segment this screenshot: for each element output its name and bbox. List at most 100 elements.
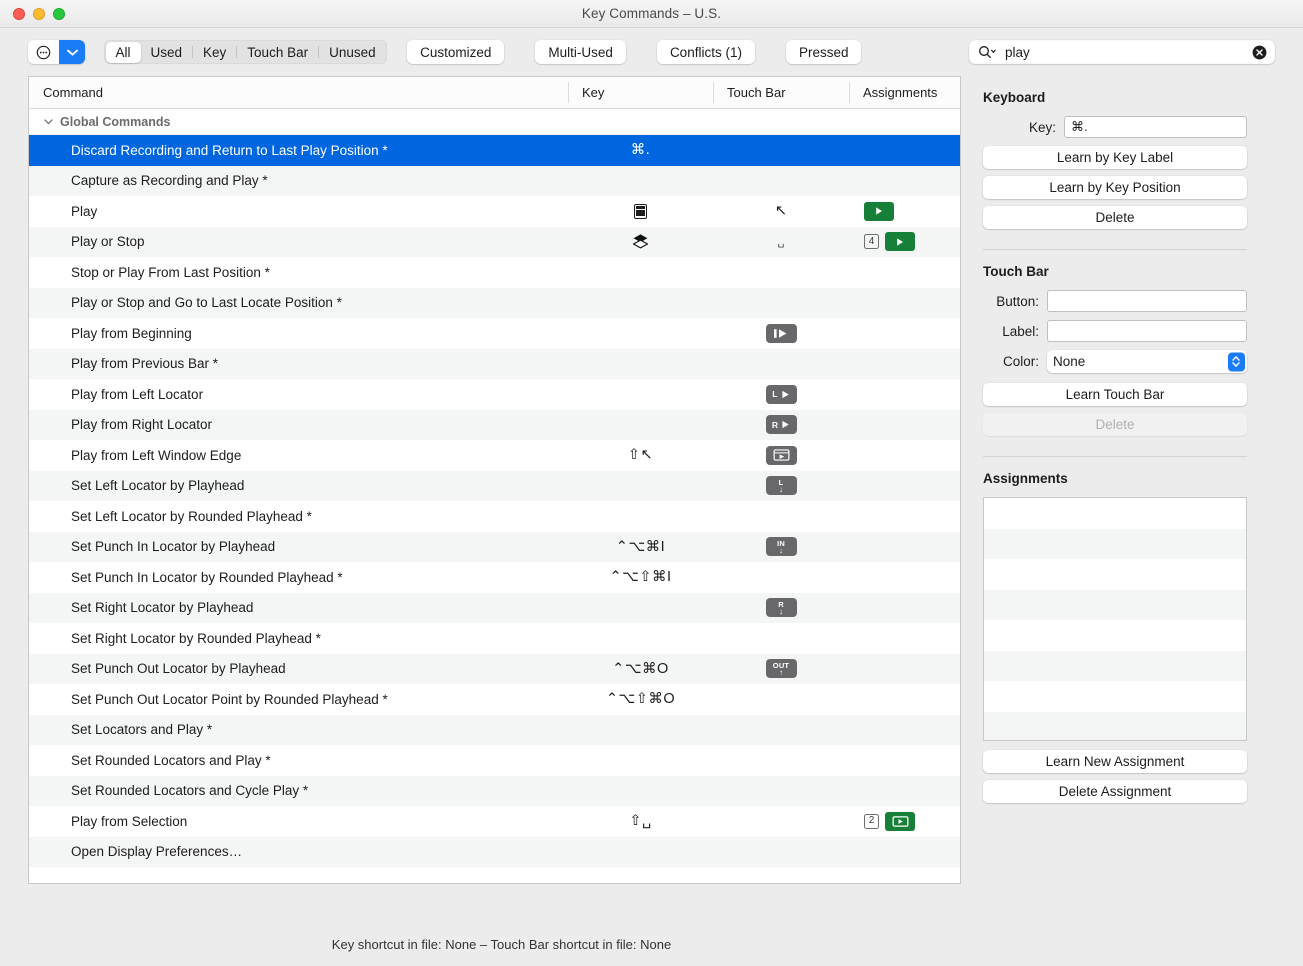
assignment-play-icon[interactable]: [885, 232, 915, 251]
touchbar-section-title: Touch Bar: [983, 264, 1247, 279]
touchbar-button-field[interactable]: [1047, 290, 1247, 312]
assignment-list-item[interactable]: [984, 498, 1246, 529]
column-header-assignments[interactable]: Assignments: [849, 77, 960, 108]
window-title: Key Commands – U.S.: [0, 6, 1303, 21]
chevron-up-down-icon[interactable]: [1228, 352, 1245, 371]
multi-used-button[interactable]: Multi-Used: [535, 40, 626, 64]
learn-touch-bar-button[interactable]: Learn Touch Bar: [983, 383, 1247, 406]
search-field[interactable]: play: [969, 40, 1275, 64]
action-dropdown-button[interactable]: [59, 40, 85, 64]
table-row[interactable]: Play from Right LocatorR: [29, 410, 960, 441]
table-row[interactable]: Set Punch In Locator by Rounded Playhead…: [29, 562, 960, 593]
table-group-label: Global Commands: [60, 115, 170, 129]
segment-key[interactable]: Key: [193, 42, 236, 63]
cell-key: ⌃⌥⌘O: [568, 661, 713, 677]
zoom-button[interactable]: [53, 8, 65, 20]
table-row[interactable]: Set Right Locator by PlayheadR↓: [29, 593, 960, 624]
chevron-down-icon[interactable]: [44, 119, 53, 125]
table-row[interactable]: Play from Left LocatorL: [29, 379, 960, 410]
table-row[interactable]: Set Rounded Locators and Play *: [29, 745, 960, 776]
table-row[interactable]: Play from Beginning: [29, 318, 960, 349]
section-divider: [983, 456, 1247, 457]
action-menu-button[interactable]: [28, 40, 59, 64]
assignment-list-item[interactable]: [984, 651, 1246, 682]
cell-command: Open Display Preferences…: [29, 844, 568, 859]
delete-assignment-button[interactable]: Delete Assignment: [983, 780, 1247, 803]
cell-command: Stop or Play From Last Position *: [29, 265, 568, 280]
table-row[interactable]: Open Display Preferences…: [29, 837, 960, 868]
status-bar: Key shortcut in file: None – Touch Bar s…: [0, 922, 1303, 966]
touchbar-label-row: Label:: [983, 320, 1247, 342]
column-header-touch-bar[interactable]: Touch Bar: [713, 77, 849, 108]
assignment-list-item[interactable]: [984, 559, 1246, 590]
touchbar-chip-r-down[interactable]: R↓: [766, 598, 797, 617]
assignments-list[interactable]: [983, 497, 1247, 741]
assignment-list-item[interactable]: [984, 712, 1246, 742]
close-button[interactable]: [13, 8, 25, 20]
table-row[interactable]: Set Punch Out Locator by Playhead⌃⌥⌘OOUT…: [29, 654, 960, 685]
table-row[interactable]: Capture as Recording and Play *: [29, 166, 960, 197]
table-row[interactable]: Play or Stop␣4: [29, 227, 960, 258]
table-row[interactable]: Set Punch Out Locator Point by Rounded P…: [29, 684, 960, 715]
touchbar-delete-button[interactable]: Delete: [983, 413, 1247, 436]
touchbar-chip-l-down[interactable]: L↓: [766, 476, 797, 495]
key-field[interactable]: ⌘.: [1064, 116, 1247, 138]
table-group-header-global-commands[interactable]: Global Commands: [29, 109, 960, 135]
keyboard-delete-button[interactable]: Delete: [983, 206, 1247, 229]
layers-key-icon: [632, 233, 649, 250]
table-row[interactable]: Set Rounded Locators and Cycle Play *: [29, 776, 960, 807]
assignment-list-item[interactable]: [984, 681, 1246, 712]
touchbar-chip-play-from-start[interactable]: [766, 324, 797, 343]
customized-button[interactable]: Customized: [407, 40, 504, 64]
table-row[interactable]: Play↖: [29, 196, 960, 227]
touchbar-chip-out-up[interactable]: OUT↑: [766, 659, 797, 678]
learn-by-key-label-button[interactable]: Learn by Key Label: [983, 146, 1247, 169]
table-row[interactable]: Discard Recording and Return to Last Pla…: [29, 135, 960, 166]
segment-all[interactable]: All: [106, 42, 141, 63]
touchbar-chip-in-down[interactable]: IN↓: [766, 537, 797, 556]
touchbar-label-field[interactable]: [1047, 320, 1247, 342]
assignment-list-item[interactable]: [984, 620, 1246, 651]
clear-search-icon[interactable]: [1252, 45, 1267, 60]
assignments-section-title: Assignments: [983, 471, 1247, 486]
table-row[interactable]: Play from Selection⇧␣2: [29, 806, 960, 837]
pressed-button[interactable]: Pressed: [786, 40, 862, 64]
table-row[interactable]: Set Locators and Play *: [29, 715, 960, 746]
learn-by-key-position-button[interactable]: Learn by Key Position: [983, 176, 1247, 199]
cell-command: Set Punch In Locator by Rounded Playhead…: [29, 570, 568, 585]
table-row[interactable]: Play from Left Window Edge⇧↖: [29, 440, 960, 471]
cell-key: [568, 233, 713, 250]
numpad-key-icon: [634, 204, 647, 219]
table-row[interactable]: Set Punch In Locator by Playhead⌃⌥⌘IIN↓: [29, 532, 960, 563]
key-field-label: Key:: [983, 120, 1064, 135]
cell-assignments: 4: [849, 232, 960, 251]
search-input[interactable]: play: [1005, 45, 1252, 60]
table-header-row: Command Key Touch Bar Assignments: [29, 77, 960, 109]
touchbar-chip-r-play[interactable]: R: [766, 415, 797, 434]
assignment-play-selection-icon[interactable]: [885, 812, 915, 831]
assignment-list-item[interactable]: [984, 529, 1246, 560]
segment-used[interactable]: Used: [141, 42, 193, 63]
conflicts-button[interactable]: Conflicts (1): [657, 40, 755, 64]
assignment-count-badge: 4: [864, 234, 879, 249]
action-popup-group: [28, 40, 85, 64]
minimize-button[interactable]: [33, 8, 45, 20]
segment-touch-bar[interactable]: Touch Bar: [237, 42, 318, 63]
segment-unused[interactable]: Unused: [319, 42, 386, 63]
table-row[interactable]: Set Right Locator by Rounded Playhead *: [29, 623, 960, 654]
touchbar-chip-window-play[interactable]: [766, 446, 797, 465]
search-icon[interactable]: [978, 45, 997, 59]
table-row[interactable]: Play or Stop and Go to Last Locate Posit…: [29, 288, 960, 319]
table-row[interactable]: Stop or Play From Last Position *: [29, 257, 960, 288]
table-row[interactable]: Set Left Locator by Rounded Playhead *: [29, 501, 960, 532]
column-header-key[interactable]: Key: [568, 77, 713, 108]
table-row[interactable]: Set Left Locator by PlayheadL↓: [29, 471, 960, 502]
table-row[interactable]: Play from Previous Bar *: [29, 349, 960, 380]
touchbar-color-select[interactable]: None: [1047, 350, 1247, 373]
cell-touch-bar: L: [713, 385, 849, 404]
assignment-play-icon[interactable]: [864, 202, 894, 221]
touchbar-chip-l-play[interactable]: L: [766, 385, 797, 404]
column-header-command[interactable]: Command: [29, 77, 568, 108]
assignment-list-item[interactable]: [984, 590, 1246, 621]
learn-new-assignment-button[interactable]: Learn New Assignment: [983, 750, 1247, 773]
